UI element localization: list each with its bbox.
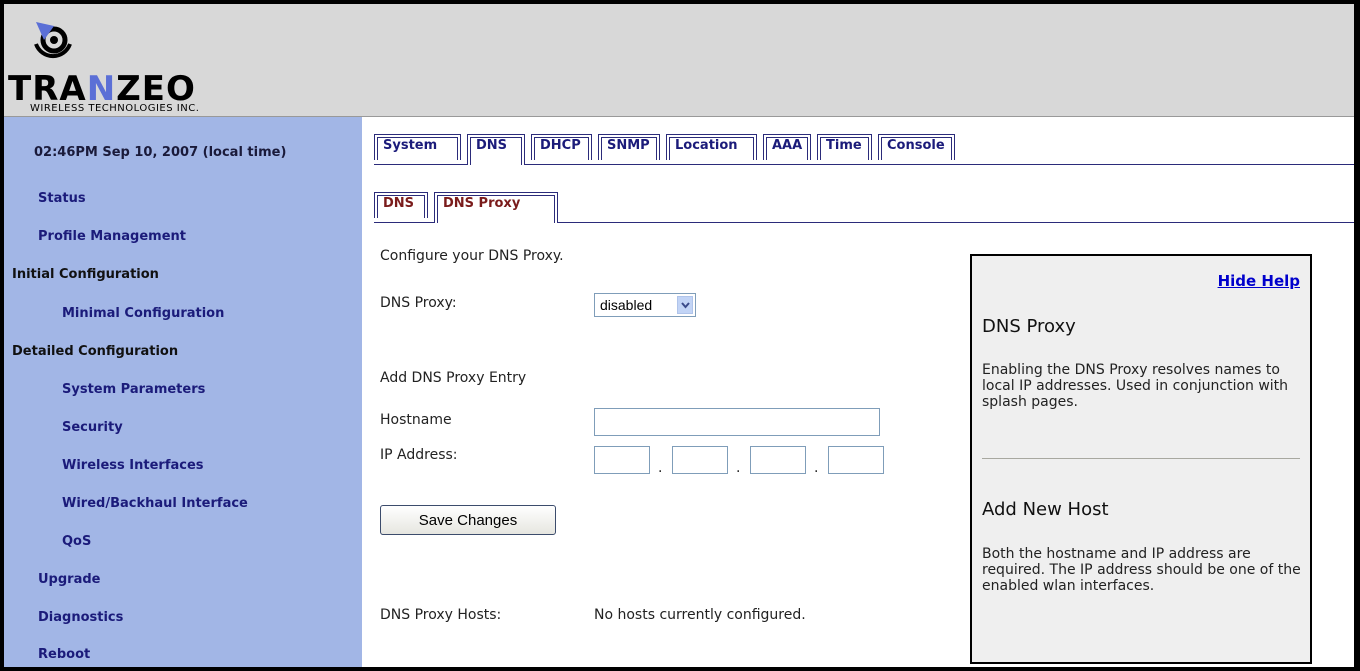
tab-snmp[interactable]: SNMP [598, 134, 660, 160]
save-changes-button[interactable]: Save Changes [380, 505, 556, 535]
nav-detailed-configuration: Detailed Configuration [12, 344, 179, 359]
header: TRANZEO WIRELESS TECHNOLOGIES INC. [4, 4, 1354, 117]
nav-diagnostics[interactable]: Diagnostics [38, 610, 123, 625]
nav-status[interactable]: Status [38, 191, 86, 206]
nav-system-parameters[interactable]: System Parameters [62, 382, 205, 397]
page-frame: TRANZEO WIRELESS TECHNOLOGIES INC. 02:46… [4, 4, 1354, 667]
chevron-down-icon [677, 296, 693, 314]
add-entry-heading: Add DNS Proxy Entry [380, 370, 527, 386]
ip-separator: . [736, 460, 741, 476]
hide-help-link[interactable]: Hide Help [1218, 272, 1300, 290]
nav-reboot[interactable]: Reboot [38, 647, 90, 662]
tab-time[interactable]: Time [817, 134, 872, 160]
hostname-label: Hostname [380, 412, 452, 428]
tab-dns[interactable]: DNS [467, 134, 525, 165]
tab-dhcp[interactable]: DHCP [531, 134, 592, 160]
dns-proxy-value: disabled [600, 297, 653, 313]
tab-console[interactable]: Console [878, 134, 955, 160]
nav-qos[interactable]: QoS [62, 534, 91, 549]
hostname-input[interactable] [594, 408, 880, 436]
help-title-add-new-host: Add New Host [982, 499, 1109, 520]
main-content: System DNS DHCP SNMP Location AAA Time C… [362, 117, 1354, 667]
tab-location[interactable]: Location [666, 134, 757, 160]
nav-wireless-interfaces[interactable]: Wireless Interfaces [62, 458, 204, 473]
help-text-add-new-host: Both the hostname and IP address are req… [982, 546, 1301, 594]
dns-proxy-label: DNS Proxy: [380, 295, 457, 311]
help-text-dns-proxy: Enabling the DNS Proxy resolves names to… [982, 362, 1289, 410]
help-panel: Hide Help DNS Proxy Enabling the DNS Pro… [970, 254, 1312, 664]
logo-wordmark: TRANZEO [8, 69, 196, 109]
ip-octet-3-input[interactable] [750, 446, 806, 474]
dns-proxy-select[interactable]: disabled [594, 293, 696, 317]
subtab-dns[interactable]: DNS [374, 192, 428, 218]
logo-tagline: WIRELESS TECHNOLOGIES INC. [30, 103, 200, 114]
local-time: 02:46PM Sep 10, 2007 (local time) [34, 145, 287, 160]
help-title-dns-proxy: DNS Proxy [982, 316, 1076, 337]
logo-antenna-icon [34, 22, 72, 59]
tranzeo-logo: TRANZEO WIRELESS TECHNOLOGIES INC. [8, 16, 308, 114]
nav-security[interactable]: Security [62, 420, 123, 435]
dns-proxy-hosts-value: No hosts currently configured. [594, 607, 806, 623]
nav-profile-management[interactable]: Profile Management [38, 229, 186, 244]
ip-address-label: IP Address: [380, 447, 458, 463]
sub-tabs: DNS DNS Proxy [374, 192, 1354, 223]
intro-text: Configure your DNS Proxy. [380, 248, 564, 264]
ip-separator: . [658, 460, 663, 476]
sidebar: 02:46PM Sep 10, 2007 (local time) Status… [4, 117, 362, 667]
nav-minimal-configuration[interactable]: Minimal Configuration [62, 306, 224, 321]
tab-aaa[interactable]: AAA [763, 134, 811, 160]
tab-system[interactable]: System [374, 134, 461, 160]
subtab-dns-proxy[interactable]: DNS Proxy [434, 192, 558, 223]
nav-initial-configuration: Initial Configuration [12, 267, 159, 282]
dns-proxy-hosts-label: DNS Proxy Hosts: [380, 607, 502, 623]
main-tabs: System DNS DHCP SNMP Location AAA Time C… [374, 134, 1354, 165]
ip-octet-2-input[interactable] [672, 446, 728, 474]
nav-upgrade[interactable]: Upgrade [38, 572, 100, 587]
help-divider [982, 458, 1300, 459]
ip-octet-1-input[interactable] [594, 446, 650, 474]
nav-wired-backhaul-interface[interactable]: Wired/Backhaul Interface [62, 496, 248, 511]
ip-separator: . [814, 460, 819, 476]
ip-octet-4-input[interactable] [828, 446, 884, 474]
